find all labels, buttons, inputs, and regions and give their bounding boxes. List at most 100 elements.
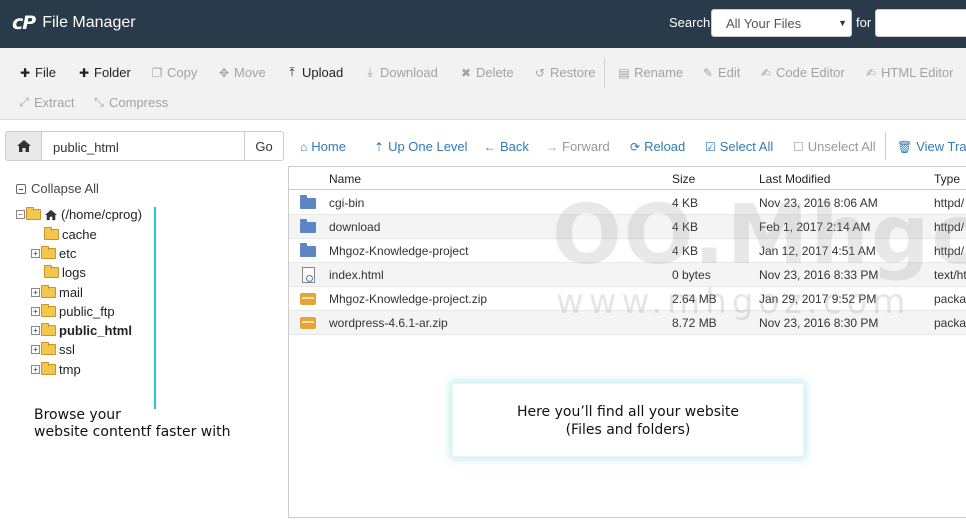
new-file-button[interactable]: ✚ File (19, 65, 56, 80)
compress-icon: ⤡ (94, 95, 104, 109)
expand-node-icon: + (31, 249, 40, 258)
tree-item-logs[interactable]: logs (44, 265, 86, 280)
tree-item-public-ftp[interactable]: + public_ftp (31, 304, 115, 319)
folder-icon (300, 219, 316, 233)
home-icon (16, 140, 31, 152)
move-icon: ✥ (218, 65, 230, 80)
reload-link[interactable]: ⟳ Reload (630, 139, 685, 154)
view-trash-link[interactable]: 🗑View Trash (897, 139, 966, 154)
folder-open-icon (26, 207, 41, 220)
column-size[interactable]: Size (672, 172, 695, 186)
rename-button[interactable]: ▤ Rename (618, 65, 683, 80)
column-type[interactable]: Type (934, 172, 960, 186)
html-editor-button[interactable]: ✍ HTML Editor (865, 65, 954, 80)
extract-button[interactable]: ⤢ Extract (18, 95, 74, 110)
table-header: Name Size Last Modified Type (289, 167, 966, 190)
column-last-modified[interactable]: Last Modified (759, 172, 830, 186)
pencil-icon: ✎ (702, 65, 714, 80)
tree-item-cache[interactable]: cache (44, 227, 97, 242)
select-all-link[interactable]: ☑ Select All (705, 139, 773, 154)
folder-icon (41, 304, 56, 317)
table-row[interactable]: Mhgoz-Knowledge-project 4 KB Jan 12, 201… (289, 239, 966, 263)
move-button[interactable]: ✥ Move (218, 65, 266, 80)
up-one-level-link[interactable]: ⇡ Up One Level (374, 139, 468, 154)
tree-item-tmp[interactable]: + tmp (31, 362, 81, 377)
folder-icon (41, 342, 56, 355)
search-label: Search (669, 15, 711, 30)
toolbar: ✚ File ✚ Folder ❐ Copy ✥ Move ⤒ Upload ⤓ Downl… (0, 48, 966, 120)
html-file-icon (302, 267, 315, 283)
nav-separator (885, 132, 886, 160)
table-row[interactable]: download 4 KB Feb 1, 2017 2:14 AM httpd/ (289, 215, 966, 239)
table-row[interactable]: Mhgoz-Knowledge-project.zip 2.64 MB Jan … (289, 287, 966, 311)
folder-icon (41, 285, 56, 298)
forward-link[interactable]: → Forward (546, 139, 610, 154)
tree-item-etc[interactable]: + etc (31, 246, 76, 261)
restore-button[interactable]: ↺ Restore (534, 65, 596, 80)
refresh-icon: ⟳ (630, 139, 641, 154)
search-input[interactable] (875, 9, 966, 37)
level-up-icon: ⇡ (374, 139, 385, 154)
annotation-guide-line (154, 207, 156, 409)
new-folder-button[interactable]: ✚ Folder (78, 65, 131, 80)
folder-icon (300, 243, 316, 257)
tree-item-public-html[interactable]: + public_html (31, 323, 132, 338)
folder-icon (41, 362, 56, 375)
for-label: for (856, 15, 872, 30)
toolbar-separator (604, 58, 605, 88)
code-editor-button[interactable]: ✍ Code Editor (760, 65, 845, 80)
archive-icon (300, 293, 316, 305)
square-icon: ☐ (793, 139, 804, 154)
download-button[interactable]: ⤓ Download (364, 65, 437, 80)
folder-icon (300, 195, 316, 209)
download-icon: ⤓ (367, 65, 373, 79)
path-home-button[interactable] (5, 131, 42, 161)
edit-button[interactable]: ✎ Edit (702, 65, 740, 80)
unselect-all-link[interactable]: ☐ Unselect All (793, 139, 876, 154)
compress-button[interactable]: ⤡ Compress (93, 95, 168, 110)
table-row[interactable]: cgi-bin 4 KB Nov 23, 2016 8:06 AM httpd/ (289, 191, 966, 215)
plus-icon: ✚ (19, 65, 31, 80)
expand-icon: ⤢ (19, 95, 29, 109)
collapse-all-button[interactable]: Collapse All (16, 181, 99, 196)
check-square-icon: ☑ (705, 139, 716, 154)
expand-node-icon: + (31, 288, 40, 297)
tree-item-mail[interactable]: + mail (31, 285, 83, 300)
folder-icon (44, 265, 59, 278)
search-scope-select[interactable]: All Your Files ▼ (711, 9, 852, 37)
times-icon: ✖ (460, 65, 472, 80)
expand-node-icon: + (31, 326, 40, 335)
brand[interactable]: cP File Manager (12, 12, 136, 34)
copy-icon: ❐ (151, 65, 163, 80)
home-icon: ⌂ (300, 139, 308, 154)
folder-icon (41, 246, 56, 259)
delete-button[interactable]: ✖ Delete (460, 65, 514, 80)
tree-root[interactable]: − (/home/cprog) (16, 207, 142, 222)
plus-icon: ✚ (78, 65, 90, 80)
edit-icon: ✍ (865, 65, 877, 80)
upload-button[interactable]: ⤒ Upload (286, 65, 343, 80)
expand-node-icon: + (31, 365, 40, 374)
go-button[interactable]: Go (244, 131, 284, 161)
back-link[interactable]: ← Back (484, 139, 529, 154)
table-row[interactable]: wordpress-4.6.1-ar.zip 8.72 MB Nov 23, 2… (289, 311, 966, 335)
upload-icon: ⤒ (289, 65, 295, 79)
expand-node-icon: + (31, 345, 40, 354)
column-name[interactable]: Name (329, 172, 361, 186)
cpanel-logo: cP (12, 12, 36, 34)
arrow-right-icon: → (546, 139, 558, 154)
home-icon (45, 209, 57, 220)
app-header: cP File Manager Search All Your Files ▼ … (0, 0, 966, 48)
home-link[interactable]: ⌂ Home (300, 139, 346, 154)
caret-down-icon: ▼ (838, 18, 847, 28)
file-list-panel: Name Size Last Modified Type cgi-bin 4 K… (288, 166, 966, 518)
archive-icon (300, 317, 316, 329)
file-icon: ▤ (618, 65, 630, 80)
expand-node-icon: + (31, 307, 40, 316)
tree-item-ssl[interactable]: + ssl (31, 342, 75, 357)
search-scope-value: All Your Files (726, 16, 802, 31)
table-row[interactable]: index.html 0 bytes Nov 23, 2016 8:33 PM … (289, 263, 966, 287)
path-input[interactable]: public_html (41, 131, 245, 161)
app-title: File Manager (42, 14, 136, 31)
copy-button[interactable]: ❐ Copy (151, 65, 198, 80)
